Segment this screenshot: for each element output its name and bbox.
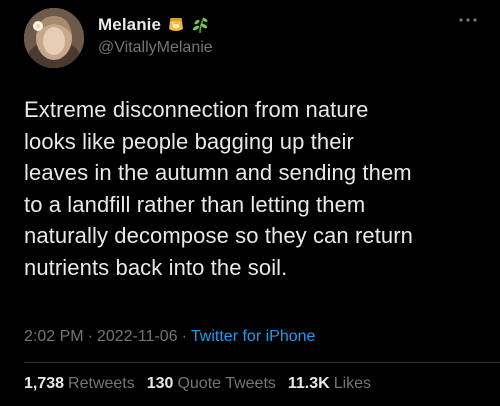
quote-tweets-label: Quote Tweets bbox=[177, 375, 276, 392]
likes-count: 11.3K bbox=[287, 375, 330, 392]
avatar[interactable] bbox=[24, 8, 84, 68]
author-name-row: Melanie bbox=[98, 15, 209, 35]
quote-tweets-stat[interactable]: 130 Quote Tweets bbox=[147, 375, 276, 393]
author-handle[interactable]: @VitallyMelanie bbox=[98, 39, 213, 57]
honey-pot-icon bbox=[167, 16, 185, 34]
divider bbox=[24, 362, 500, 363]
display-name[interactable]: Melanie bbox=[98, 15, 161, 35]
avatar-photo bbox=[24, 8, 84, 68]
retweets-count: 1,738 bbox=[24, 375, 65, 392]
herb-icon bbox=[191, 16, 209, 34]
tweet-text: Extreme disconnection from nature looks … bbox=[24, 97, 414, 280]
tweet-date[interactable]: 2022-11-06 bbox=[97, 328, 178, 345]
retweets-stat[interactable]: 1,738 Retweets bbox=[24, 375, 135, 393]
retweets-label: Retweets bbox=[68, 375, 135, 392]
tweet-meta: 2:02 PM · 2022-11-06 · Twitter for iPhone bbox=[24, 328, 315, 346]
likes-label: Likes bbox=[333, 375, 372, 392]
more-options-icon[interactable] bbox=[456, 13, 480, 27]
tweet: Melanie @VitallyMelanie Extreme disconne… bbox=[0, 0, 500, 406]
tweet-source-link[interactable]: Twitter for iPhone bbox=[191, 328, 316, 345]
meta-separator: · bbox=[87, 328, 93, 345]
meta-separator: · bbox=[181, 328, 187, 345]
tweet-stats: 1,738 Retweets 130 Quote Tweets 11.3K Likes bbox=[24, 375, 383, 393]
tweet-time[interactable]: 2:02 PM bbox=[24, 328, 84, 345]
quote-tweets-count: 130 bbox=[146, 375, 174, 392]
likes-stat[interactable]: 11.3K Likes bbox=[288, 375, 371, 393]
